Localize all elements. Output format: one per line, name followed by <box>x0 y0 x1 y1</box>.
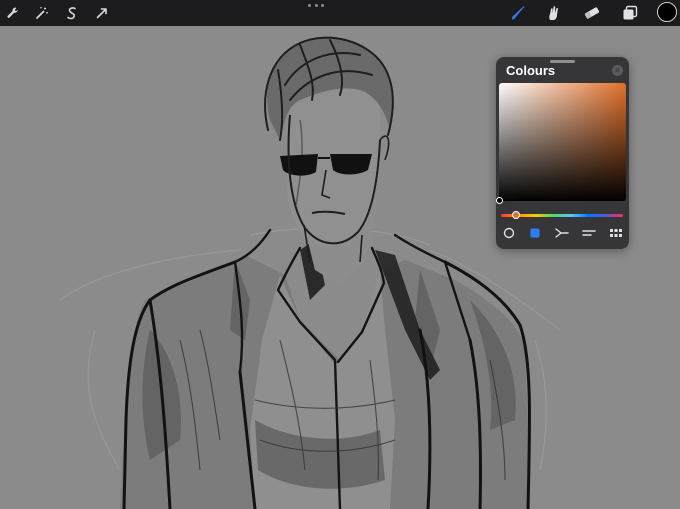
wrench-icon[interactable] <box>3 3 23 23</box>
close-icon[interactable]: × <box>612 65 623 76</box>
colour-picker-knob[interactable] <box>496 197 503 204</box>
smudge-icon[interactable] <box>543 3 563 23</box>
colour-mode-tabs <box>496 225 629 241</box>
panel-title: Colours <box>506 63 556 78</box>
brush-icon[interactable] <box>508 3 528 23</box>
transform-arrow-icon[interactable] <box>92 3 112 23</box>
current-colour-swatch[interactable] <box>657 2 677 22</box>
value-mode-icon[interactable] <box>581 225 597 241</box>
toolbar-grip-handle[interactable] <box>308 4 324 8</box>
disc-mode-icon[interactable] <box>501 225 517 241</box>
saturation-brightness-picker[interactable] <box>496 83 626 204</box>
magic-wand-icon[interactable] <box>32 3 52 23</box>
selection-icon[interactable] <box>62 3 82 23</box>
eraser-icon[interactable] <box>582 3 602 23</box>
palettes-mode-icon[interactable] <box>608 225 624 241</box>
hue-slider-knob[interactable] <box>512 211 520 219</box>
harmony-mode-icon[interactable] <box>554 225 570 241</box>
top-toolbar <box>0 0 680 26</box>
colours-panel: Colours × <box>496 57 629 249</box>
layers-icon[interactable] <box>620 3 640 23</box>
classic-mode-icon[interactable] <box>527 225 543 241</box>
